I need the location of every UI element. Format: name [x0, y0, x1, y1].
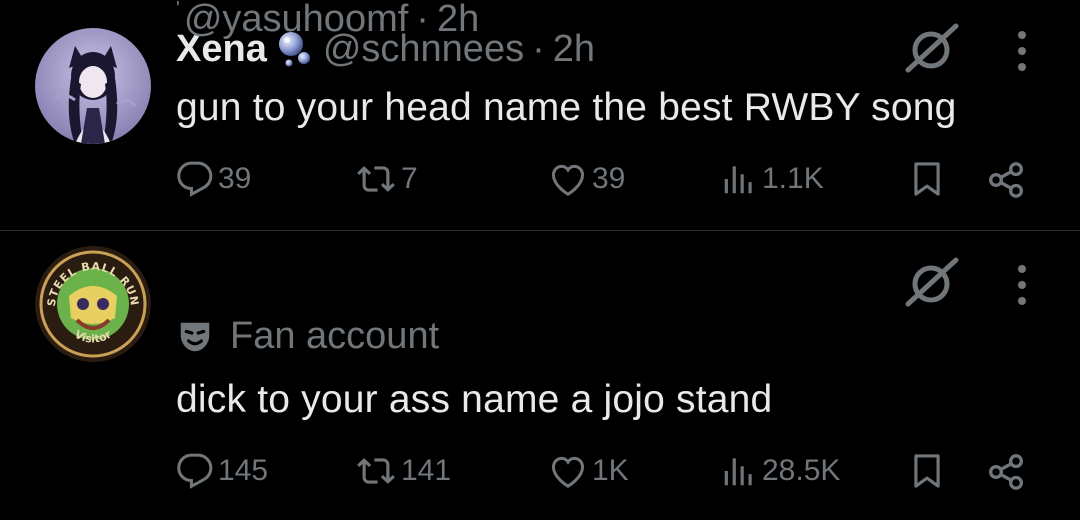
share-button[interactable]: [986, 452, 1030, 492]
mute-icon[interactable]: [902, 20, 960, 78]
more-icon[interactable]: [1012, 28, 1032, 74]
fan-account-text: Fan account: [230, 315, 440, 357]
avatar[interactable]: STEEL BALL RUN Visitor: [35, 246, 151, 362]
mask-icon: [180, 322, 210, 351]
user-handle[interactable]: @yasuhoomf: [184, 0, 408, 38]
reply-count: 145: [218, 454, 269, 487]
reply-button[interactable]: 39: [176, 160, 251, 198]
view-count: 1.1K: [762, 162, 824, 195]
fan-account-label: Fan account: [176, 315, 439, 358]
repost-count: 7: [401, 162, 418, 195]
reply-icon: [177, 161, 213, 197]
repost-count: 141: [401, 454, 452, 487]
repost-button[interactable]: 141: [355, 452, 451, 490]
like-button[interactable]: 39: [548, 160, 625, 198]
views-icon: [724, 166, 752, 194]
view-count: 28.5K: [762, 454, 841, 487]
post-xena[interactable]: Xena @schnnees · 2h gun to your head nam…: [0, 0, 1080, 230]
like-button[interactable]: 1K: [548, 452, 629, 490]
views-icon: [724, 458, 752, 486]
avatar[interactable]: [35, 28, 151, 144]
repost-icon: [357, 458, 395, 484]
timestamp[interactable]: 2h: [553, 30, 595, 68]
share-button[interactable]: [986, 160, 1030, 200]
share-icon: [988, 454, 1024, 490]
mute-icon[interactable]: [902, 254, 960, 312]
post-header: ' @yasuhoomf · 2h: [176, 0, 479, 38]
post-text: dick to your ass name a jojo stand: [176, 378, 773, 421]
bookmark-button[interactable]: [908, 160, 950, 198]
name-prefix-mark: ': [176, 0, 180, 20]
separator-dot: ·: [416, 0, 429, 40]
like-icon: [551, 164, 585, 196]
post-text: gun to your head name the best RWBY song: [176, 86, 957, 129]
like-count: 1K: [592, 454, 629, 487]
timestamp[interactable]: 2h: [437, 0, 479, 38]
more-icon[interactable]: [1012, 262, 1032, 308]
repost-icon: [357, 166, 395, 192]
reply-icon: [177, 453, 213, 489]
share-icon: [988, 162, 1024, 198]
reply-count: 39: [218, 162, 252, 195]
repost-button[interactable]: 7: [355, 160, 418, 198]
like-icon: [551, 456, 585, 488]
like-count: 39: [592, 162, 626, 195]
bookmark-icon: [914, 162, 940, 196]
views-button[interactable]: 1.1K: [720, 160, 824, 198]
views-button[interactable]: 28.5K: [720, 452, 840, 490]
bookmark-icon: [914, 454, 940, 488]
bookmark-button[interactable]: [908, 452, 950, 490]
reply-button[interactable]: 145: [176, 452, 268, 490]
separator-dot: ·: [532, 28, 545, 70]
